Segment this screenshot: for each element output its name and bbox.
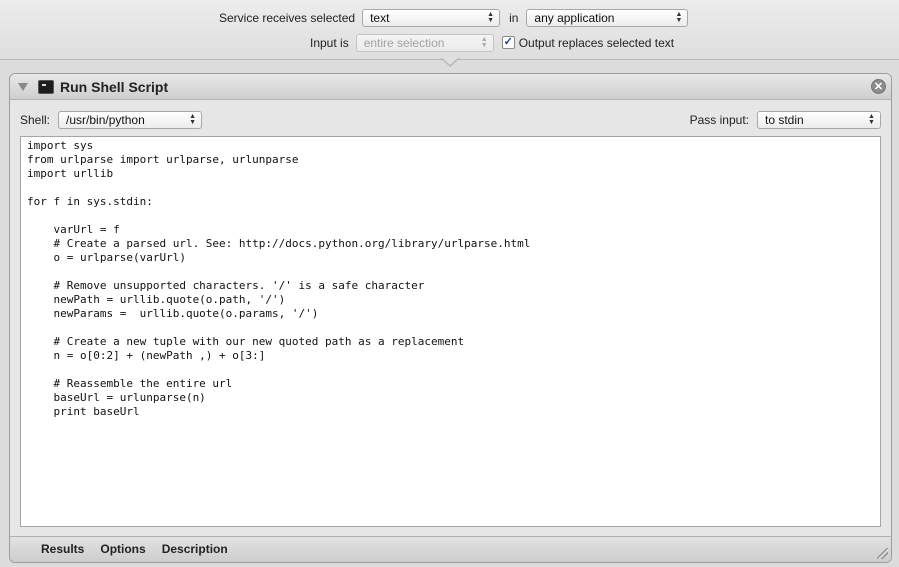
- up-down-arrows-icon: ▲ ▼: [487, 10, 495, 24]
- input-is-row: Input is entire selection ▲ ▼ ✓ Output re…: [310, 33, 674, 52]
- in-label: in: [509, 10, 519, 25]
- up-down-arrows-icon: ▲ ▼: [480, 35, 488, 49]
- connector-notch-inner: [441, 57, 459, 65]
- terminal-icon: [38, 80, 54, 94]
- tab-results[interactable]: Results: [41, 542, 84, 556]
- service-config-bar: Service receives selected text ▲ ▼ in any…: [0, 0, 899, 60]
- pass-input-selector: Pass input: to stdin ▲ ▼: [690, 110, 881, 129]
- service-receives-row: Service receives selected text ▲ ▼ in any…: [219, 8, 689, 27]
- receives-type-value: text: [370, 10, 390, 25]
- pass-input-popup[interactable]: to stdin ▲ ▼: [757, 110, 881, 129]
- application-value: any application: [534, 10, 615, 25]
- input-is-popup[interactable]: entire selection ▲ ▼: [355, 33, 494, 52]
- checkmark-icon: ✓: [503, 36, 513, 48]
- output-replaces-label[interactable]: Output replaces selected text: [519, 36, 674, 50]
- tab-description[interactable]: Description: [162, 542, 228, 556]
- action-header: Run Shell Script ✕: [10, 74, 891, 100]
- script-editor[interactable]: import sys from urlparse import urlparse…: [20, 136, 881, 527]
- up-down-arrows-icon: ▲ ▼: [189, 112, 196, 126]
- pass-input-label: Pass input:: [689, 112, 749, 127]
- footer-tabs: Results Options Description: [41, 542, 244, 556]
- pass-input-value: to stdin: [765, 112, 804, 127]
- input-is-value: entire selection: [363, 35, 445, 50]
- input-is-label: Input is: [310, 35, 349, 50]
- up-down-arrows-icon: ▲ ▼: [868, 112, 875, 126]
- close-icon[interactable]: ✕: [871, 79, 886, 94]
- action-footer: Results Options Description: [10, 536, 891, 562]
- resize-grip-icon[interactable]: [877, 548, 888, 559]
- shell-selector: Shell: /usr/bin/python ▲ ▼: [20, 110, 203, 129]
- service-receives-label: Service receives selected: [219, 10, 356, 25]
- action-title: Run Shell Script: [60, 79, 169, 95]
- shell-value: /usr/bin/python: [66, 112, 145, 127]
- disclosure-triangle-icon[interactable]: [18, 83, 28, 91]
- up-down-arrows-icon: ▲ ▼: [675, 10, 683, 24]
- shell-popup[interactable]: /usr/bin/python ▲ ▼: [58, 110, 203, 129]
- tab-options[interactable]: Options: [100, 542, 145, 556]
- application-popup[interactable]: any application ▲ ▼: [526, 8, 689, 27]
- run-shell-script-action: Run Shell Script ✕ Shell: /usr/bin/pytho…: [9, 73, 892, 563]
- shell-label: Shell:: [20, 112, 51, 127]
- action-options-row: Shell: /usr/bin/python ▲ ▼ Pass input: to…: [20, 110, 881, 130]
- receives-type-popup[interactable]: text ▲ ▼: [362, 8, 501, 27]
- output-replaces-checkbox[interactable]: ✓: [501, 36, 515, 49]
